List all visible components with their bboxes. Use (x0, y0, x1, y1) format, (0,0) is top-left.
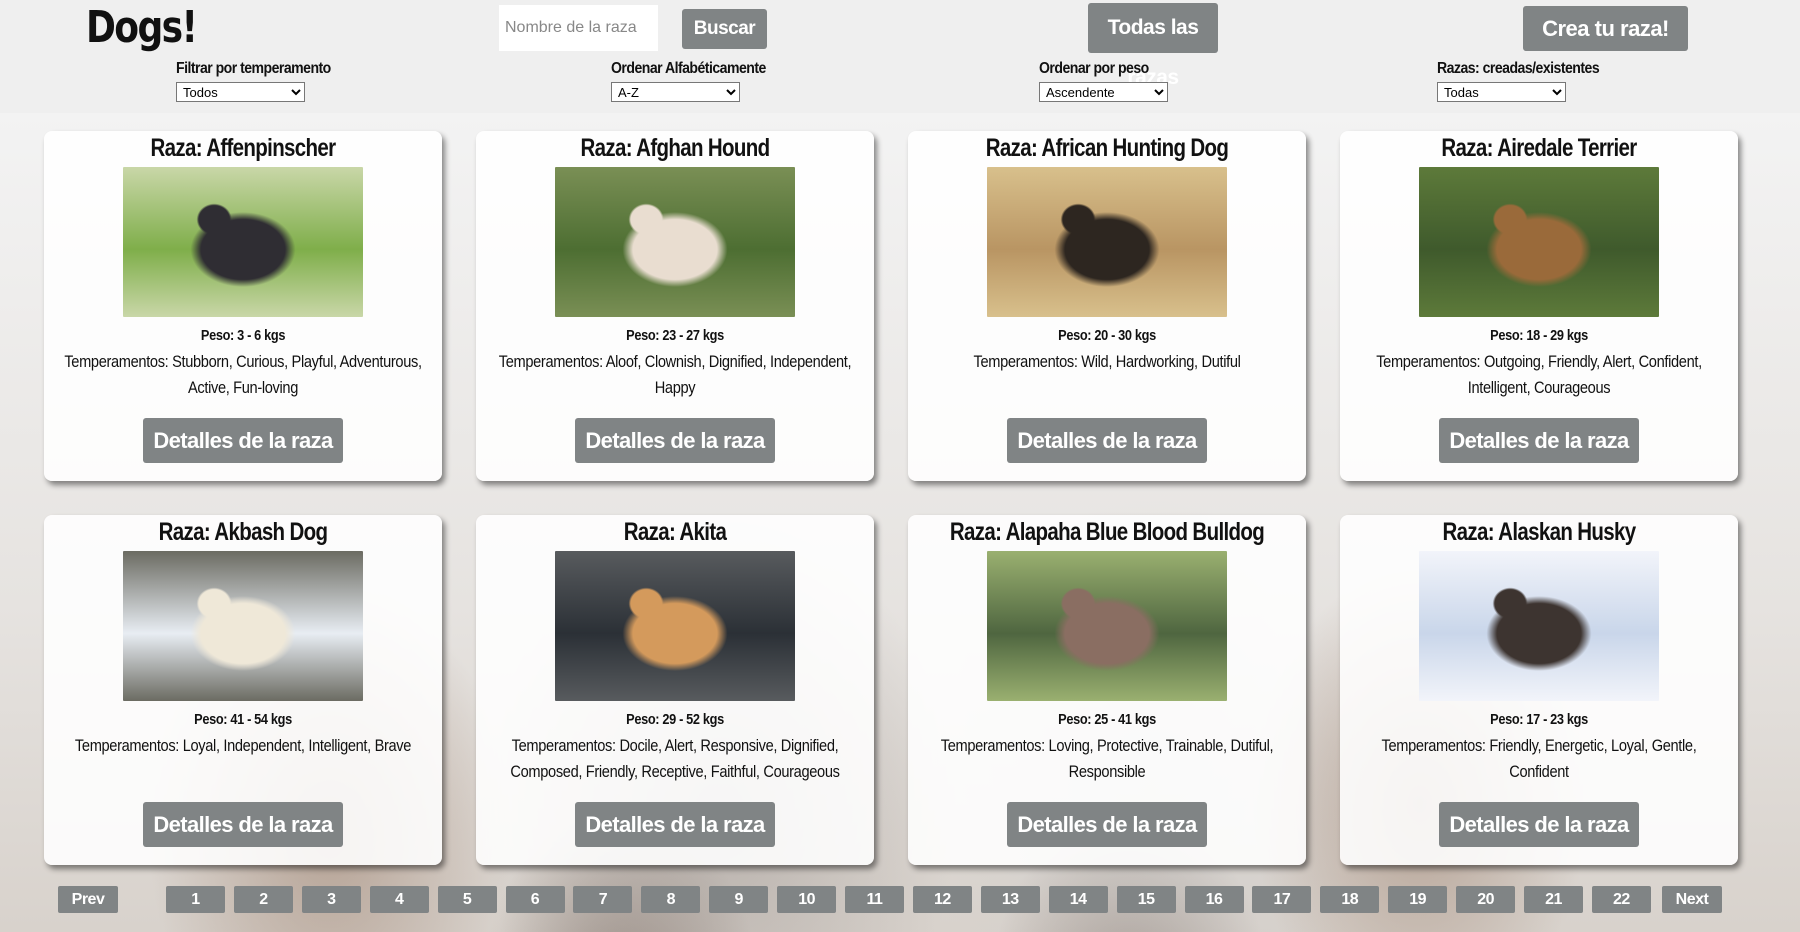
weight-select[interactable]: Ascendente (1039, 82, 1168, 102)
breed-card: Raza: Akbash Dog Peso: 41 - 54 kgs Tempera… (44, 515, 442, 865)
breed-card: Raza: Airedale Terrier Peso: 18 - 29 kgs T… (1340, 131, 1738, 481)
page-button[interactable]: 10 (777, 886, 837, 913)
breed-card: Raza: Afghan Hound Peso: 23 - 27 kgs Tempe… (476, 131, 874, 481)
page-button[interactable]: 20 (1456, 886, 1516, 913)
filter-label: Ordenar Alfabéticamente (611, 60, 766, 77)
breed-details-button[interactable]: Detalles de la raza (1007, 802, 1207, 847)
page-button[interactable]: 1 (166, 886, 225, 913)
all-breeds-button[interactable]: Todas las razas (1088, 3, 1218, 89)
page-button[interactable]: 19 (1388, 886, 1448, 913)
page-button[interactable]: 7 (573, 886, 633, 913)
breed-card: Raza: Akita Peso: 29 - 52 kgs Temperamento… (476, 515, 874, 865)
alphabetical-select[interactable]: A-Z (611, 82, 740, 102)
breed-weight: Peso: 20 - 30 kgs (1058, 327, 1156, 344)
breed-temperaments: Temperamentos: Wild, Hardworking, Dutifu… (973, 352, 1241, 371)
breed-image (555, 551, 795, 701)
breed-weight: Peso: 17 - 23 kgs (1490, 711, 1588, 728)
page-button[interactable]: 12 (912, 886, 972, 913)
weight-filter: Ordenar por peso Ascendente (1039, 60, 1168, 102)
breed-image (123, 167, 363, 317)
page-button[interactable]: 9 (709, 886, 769, 913)
page-button[interactable]: 16 (1184, 886, 1244, 913)
page-button[interactable]: 4 (369, 886, 429, 913)
header: Dogs! Buscar Todas las razas Crea tu raz… (0, 0, 1800, 113)
breed-weight: Peso: 29 - 52 kgs (626, 711, 724, 728)
temperament-filter: Filtrar por temperamento Todos (176, 60, 352, 102)
breed-weight: Peso: 18 - 29 kgs (1490, 327, 1588, 344)
breed-weight: Peso: 23 - 27 kgs (626, 327, 724, 344)
page-button[interactable]: 2 (233, 886, 293, 913)
page-button[interactable]: 13 (980, 886, 1040, 913)
origin-select[interactable]: Todas (1437, 82, 1566, 102)
page-button[interactable]: 8 (641, 886, 701, 913)
breed-details-button[interactable]: Detalles de la raza (143, 418, 343, 463)
breed-title: Raza: Affenpinscher (150, 134, 337, 162)
breed-details-button[interactable]: Detalles de la raza (1007, 418, 1207, 463)
breed-image (987, 551, 1227, 701)
breed-temperaments: Temperamentos: Friendly, Energetic, Loya… (1381, 736, 1697, 781)
breed-image (555, 167, 795, 317)
page-button[interactable]: 14 (1048, 886, 1108, 913)
next-page-button[interactable]: Next (1662, 886, 1722, 913)
search-button[interactable]: Buscar (682, 9, 767, 49)
breed-details-button[interactable]: Detalles de la raza (575, 418, 775, 463)
breed-details-button[interactable]: Detalles de la raza (575, 802, 775, 847)
prev-page-button[interactable]: Prev (58, 886, 118, 913)
breed-details-button[interactable]: Detalles de la raza (1439, 802, 1639, 847)
breed-image (987, 167, 1227, 317)
breed-card: Raza: Alaskan Husky Peso: 17 - 23 kgs Temp… (1340, 515, 1738, 865)
breed-title: Raza: Airedale Terrier (1441, 134, 1637, 162)
breed-title: Raza: Akita (623, 518, 727, 546)
filter-label: Razas: creadas/existentes (1437, 60, 1600, 77)
page-button[interactable]: 11 (845, 886, 904, 913)
breed-title: Raza: Alapaha Blue Blood Bulldog (949, 518, 1265, 546)
page-button[interactable]: 6 (505, 886, 565, 913)
breed-temperaments: Temperamentos: Loyal, Independent, Intel… (74, 736, 412, 755)
page-button[interactable]: 5 (437, 886, 497, 913)
page-button[interactable]: 15 (1116, 886, 1176, 913)
breed-temperaments: Temperamentos: Outgoing, Friendly, Alert… (1376, 352, 1702, 397)
breed-title: Raza: Akbash Dog (158, 518, 328, 546)
temperament-select[interactable]: Todos (176, 82, 305, 102)
filter-label: Ordenar por peso (1039, 60, 1149, 77)
search-input[interactable] (499, 5, 658, 51)
breed-details-button[interactable]: Detalles de la raza (143, 802, 343, 847)
logo: Dogs! (86, 2, 198, 53)
create-breed-button[interactable]: Crea tu raza! (1523, 6, 1688, 51)
breed-weight: Peso: 25 - 41 kgs (1058, 711, 1156, 728)
breed-temperaments: Temperamentos: Aloof, Clownish, Dignifie… (498, 352, 852, 397)
breed-temperaments: Temperamentos: Stubborn, Curious, Playfu… (64, 352, 422, 397)
page-button[interactable]: 22 (1591, 886, 1651, 913)
breed-details-button[interactable]: Detalles de la raza (1439, 418, 1639, 463)
breed-weight: Peso: 3 - 6 kgs (200, 327, 286, 344)
page-button[interactable]: 17 (1252, 886, 1312, 913)
origin-filter: Razas: creadas/existentes Todas (1437, 60, 1621, 102)
breed-card: Raza: Alapaha Blue Blood Bulldog Peso: 25… (908, 515, 1306, 865)
breed-title: Raza: African Hunting Dog (985, 134, 1229, 162)
page-button[interactable]: 3 (301, 886, 361, 913)
alphabetical-filter: Ordenar Alfabéticamente A-Z (611, 60, 787, 102)
breed-weight: Peso: 41 - 54 kgs (194, 711, 292, 728)
breed-card: Raza: Affenpinscher Peso: 3 - 6 kgs Temper… (44, 131, 442, 481)
breed-temperaments: Temperamentos: Loving, Protective, Train… (940, 736, 1274, 781)
breed-image (1419, 167, 1659, 317)
filter-label: Filtrar por temperamento (176, 60, 331, 77)
breed-temperaments: Temperamentos: Docile, Alert, Responsive… (510, 736, 840, 781)
breed-image (1419, 551, 1659, 701)
breed-card: Raza: African Hunting Dog Peso: 20 - 30 k… (908, 131, 1306, 481)
breed-title: Raza: Alaskan Husky (1442, 518, 1636, 546)
breed-image (123, 551, 363, 701)
page-button[interactable]: 18 (1320, 886, 1380, 913)
breed-title: Raza: Afghan Hound (580, 134, 770, 162)
page-button[interactable]: 21 (1524, 886, 1583, 913)
